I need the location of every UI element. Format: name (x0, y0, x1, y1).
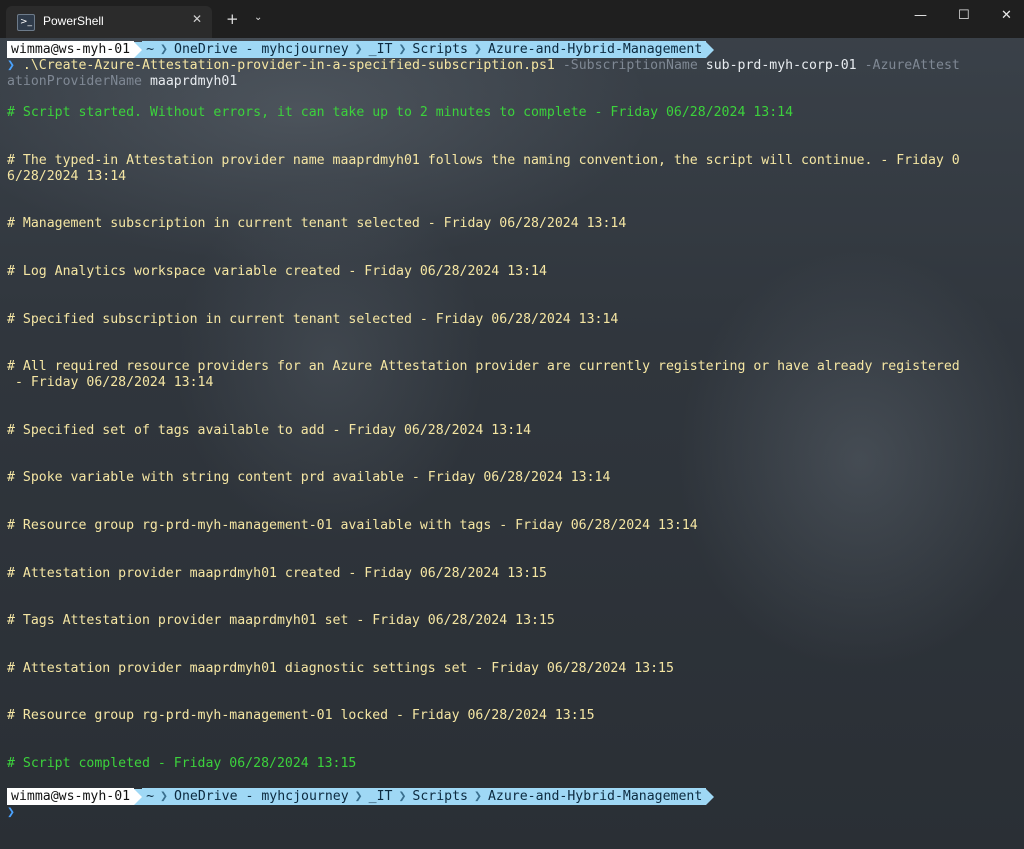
output-line: # Tags Attestation provider maaprdmyh01 … (7, 613, 555, 628)
command-script: .\Create-Azure-Attestation-provider-in-a… (22, 58, 555, 73)
close-tab-icon[interactable]: ✕ (192, 12, 202, 26)
prompt-path-it: _IT (364, 788, 397, 805)
prompt-path-home: ~ (142, 788, 159, 805)
command-line: ❯ .\Create-Azure-Attestation-provider-in… (7, 58, 960, 74)
prompt-bar: wimma@ws-myh-01 ~ ❯ OneDrive - myhcjourn… (7, 41, 715, 58)
output-line: - Friday 06/28/2024 13:14 (7, 375, 214, 390)
prompt-path-folder: Azure-and-Hybrid-Management (483, 788, 707, 805)
command-param-name: -SubscriptionName (562, 58, 698, 73)
prompt-path-onedrive: OneDrive - myhcjourney (170, 788, 353, 805)
maximize-button[interactable]: ☐ (958, 8, 970, 23)
prompt-path-scripts: Scripts (408, 41, 472, 58)
output-line: # Attestation provider maaprdmyh01 diagn… (7, 661, 674, 676)
output-line: # Script completed - Friday 06/28/2024 1… (7, 756, 357, 771)
output-line: # The typed-in Attestation provider name… (7, 153, 960, 168)
output-line: # All required resource providers for an… (7, 359, 960, 374)
minimize-button[interactable]: — (914, 8, 927, 23)
chevron-right-icon: ❯ (396, 41, 409, 58)
prompt-path-folder: Azure-and-Hybrid-Management (483, 41, 707, 58)
output-line: # Specified subscription in current tena… (7, 312, 619, 327)
prompt-path-home: ~ (142, 41, 159, 58)
input-line[interactable]: ❯ (7, 805, 15, 821)
prompt-path-it: _IT (364, 41, 397, 58)
tab-powershell[interactable]: >_ PowerShell ✕ (6, 6, 212, 38)
command-param-value: sub-prd-myh-corp-01 (705, 58, 857, 73)
output-line: # Script started. Without errors, it can… (7, 105, 794, 120)
command-param-name: ationProviderName (7, 74, 142, 89)
output-line: # Attestation provider maaprdmyh01 creat… (7, 566, 547, 581)
chevron-right-icon: ❯ (471, 41, 484, 58)
command-param-value: maaprdmyh01 (149, 74, 238, 89)
prompt-user: wimma@ws-myh-01 (7, 788, 135, 805)
tab-title: PowerShell (43, 14, 104, 28)
output-line: 6/28/2024 13:14 (7, 169, 127, 184)
output-line: # Spoke variable with string content prd… (7, 470, 611, 485)
close-window-button[interactable]: ✕ (1001, 8, 1012, 23)
terminal-content[interactable]: wimma@ws-myh-01 ~ ❯ OneDrive - myhcjourn… (0, 38, 1024, 849)
prompt-user: wimma@ws-myh-01 (7, 41, 135, 58)
command-line-wrap: ationProviderName maaprdmyh01 (7, 74, 237, 90)
chevron-right-icon: ❯ (158, 788, 170, 805)
terminal-window: >_ PowerShell ✕ + ⌄ — ☐ ✕ wimma@ws-myh-0… (0, 0, 1024, 849)
chevron-right-icon: ❯ (396, 788, 409, 805)
command-param-name: -AzureAttest (864, 58, 960, 73)
new-tab-button[interactable]: + (226, 10, 239, 28)
chevron-right-icon: ❯ (158, 41, 170, 58)
output-line: # Resource group rg-prd-myh-management-0… (7, 708, 595, 723)
chevron-right-icon: ❯ (352, 788, 365, 805)
prompt-path-onedrive: OneDrive - myhcjourney (170, 41, 353, 58)
chevron-right-icon: ❯ (471, 788, 484, 805)
chevron-down-icon[interactable]: ⌄ (254, 12, 262, 23)
output-line: # Log Analytics workspace variable creat… (7, 264, 547, 279)
powershell-icon: >_ (17, 14, 35, 31)
prompt-path-scripts: Scripts (408, 788, 472, 805)
title-bar: >_ PowerShell ✕ + ⌄ — ☐ ✕ (0, 0, 1024, 38)
prompt-arrow-icon: ❯ (7, 58, 15, 73)
output-line: # Specified set of tags available to add… (7, 423, 532, 438)
output-line: # Resource group rg-prd-myh-management-0… (7, 518, 698, 533)
chevron-right-icon: ❯ (352, 41, 365, 58)
prompt-bar: wimma@ws-myh-01 ~ ❯ OneDrive - myhcjourn… (7, 788, 715, 805)
prompt-arrow-icon: ❯ (7, 805, 15, 820)
output-line: # Management subscription in current ten… (7, 216, 627, 231)
